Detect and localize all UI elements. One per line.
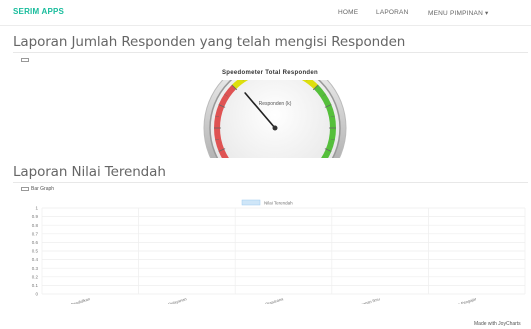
nav-menu-pimpinan-dropdown[interactable]: MENU PIMPINAN ▾ (428, 9, 488, 17)
y-tick-label: 0.6 (32, 240, 39, 245)
panel-label-speedometer (21, 57, 31, 63)
chart-legend: Nilai Terendah (241, 199, 293, 206)
y-tick-label: 0 (35, 292, 38, 297)
x-tick-label: Kualitas Sarana Prasarana (237, 296, 285, 304)
brand-link[interactable]: SERIM APPS (13, 7, 64, 16)
y-tick-label: 0.2 (32, 274, 39, 279)
x-tick-label: Kualitas Penerapan Ilmu (337, 296, 380, 304)
nav-laporan-link[interactable]: LAPORAN (376, 9, 408, 16)
y-tick-label: 0.9 (32, 214, 39, 219)
legend-label: Nilai Terendah (264, 200, 293, 205)
gauge-unit-label: Responden (k) (259, 101, 292, 107)
x-tick-label: Kualitas Pendidikan (56, 296, 91, 304)
gauge-title: Speedometer Total Responden (221, 70, 318, 76)
x-axis-ticks: Kualitas Pendidikan Kualitas Pelayanan Kua… (56, 296, 478, 304)
chart-credit: Made with JoyCharts (474, 321, 521, 327)
chart-icon (21, 186, 29, 191)
section-divider (13, 52, 528, 53)
navbar: SERIM APPS HOME LAPORAN MENU PIMPINAN ▾ (0, 0, 531, 26)
y-tick-label: 0.5 (32, 249, 39, 254)
chart-grid (41, 207, 526, 295)
x-tick-label: Kualitas Tenaga Pengajar (432, 296, 477, 304)
gauge-pivot (272, 125, 278, 131)
section-title-nilai-terendah: Laporan Nilai Terendah (13, 164, 166, 180)
legend-swatch (241, 199, 261, 206)
chart-icon (21, 57, 29, 62)
y-tick-label: 0.7 (32, 231, 39, 236)
section-title-responden: Laporan Jumlah Responden yang telah meng… (13, 34, 406, 50)
y-axis-ticks: 0 0.1 0.2 0.3 0.4 0.5 0.6 0.7 0.8 0.9 1 (32, 206, 39, 297)
section-divider (13, 182, 528, 183)
x-tick-label: Kualitas Pelayanan (153, 296, 187, 304)
y-tick-label: 0.4 (32, 257, 39, 262)
bar-chart: 0 0.1 0.2 0.3 0.4 0.5 0.6 0.7 0.8 0.9 1 Kualitas P… (32, 199, 526, 304)
speedometer-gauge: Responden (k) (203, 80, 347, 158)
y-tick-label: 0.1 (32, 283, 39, 288)
y-tick-label: 0.8 (32, 223, 39, 228)
y-tick-label: 1 (35, 206, 38, 211)
nav-home-link[interactable]: HOME (338, 9, 358, 16)
y-tick-label: 0.3 (32, 266, 39, 271)
panel-label-bar-graph: Bar Graph (21, 186, 54, 192)
